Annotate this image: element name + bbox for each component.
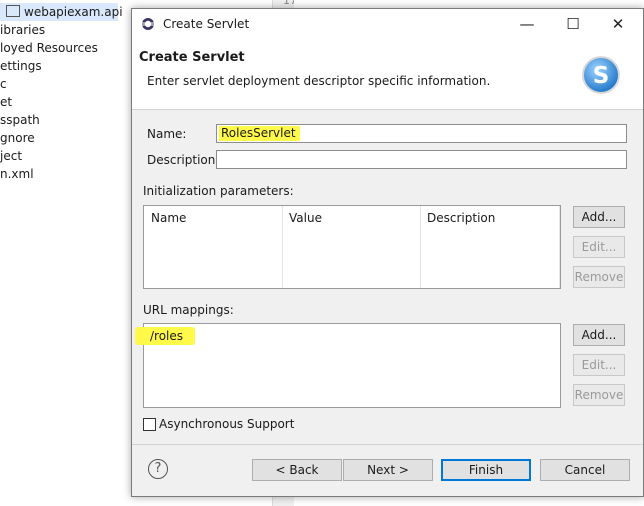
- column-header-description[interactable]: Description: [427, 211, 495, 225]
- column-header-name[interactable]: Name: [151, 211, 186, 225]
- servlet-wizard-logo-icon: S: [582, 56, 620, 94]
- init-remove-button[interactable]: Remove: [573, 266, 625, 288]
- back-button[interactable]: < Back: [252, 459, 342, 481]
- init-params-table[interactable]: Name Value Description: [143, 205, 561, 289]
- url-add-button[interactable]: Add...: [573, 324, 625, 346]
- wizard-description: Enter servlet deployment descriptor spec…: [147, 74, 491, 88]
- help-icon[interactable]: ?: [148, 459, 168, 479]
- minimize-button[interactable]: —: [512, 13, 542, 35]
- init-params-label: Initialization parameters:: [143, 184, 294, 198]
- create-servlet-dialog: Create Servlet — ☐ ✕ Create Servlet Ente…: [131, 8, 644, 497]
- maximize-button[interactable]: ☐: [558, 13, 588, 35]
- tree-item-classpath[interactable]: sspath: [0, 111, 40, 129]
- name-input[interactable]: RolesServlet: [216, 124, 627, 143]
- description-label: Description:: [147, 153, 220, 167]
- footer-separator: [132, 444, 643, 445]
- async-support-checkbox[interactable]: [143, 418, 156, 431]
- url-mappings-label: URL mappings:: [143, 303, 234, 317]
- name-label: Name:: [147, 127, 187, 141]
- tree-item-src[interactable]: c: [0, 75, 7, 93]
- tree-item-pom[interactable]: n.xml: [0, 165, 34, 183]
- tree-item-project-file[interactable]: ject: [0, 147, 22, 165]
- project-explorer: webapiexam.api ibraries loyed Resources …: [0, 0, 140, 506]
- title-bar: Create Servlet — ☐ ✕: [132, 9, 643, 40]
- url-edit-button[interactable]: Edit...: [573, 354, 625, 376]
- project-icon: [6, 5, 20, 17]
- svg-text:S: S: [593, 63, 610, 89]
- finish-button[interactable]: Finish: [441, 459, 531, 481]
- tree-item-libraries[interactable]: ibraries: [0, 21, 45, 39]
- tree-item-deployed-resources[interactable]: loyed Resources: [0, 39, 98, 57]
- async-support-label[interactable]: Asynchronous Support: [159, 417, 294, 431]
- next-button[interactable]: Next >: [343, 459, 433, 481]
- tree-item-settings[interactable]: ettings: [0, 57, 42, 75]
- url-remove-button[interactable]: Remove: [573, 384, 625, 406]
- column-header-value[interactable]: Value: [289, 211, 322, 225]
- description-input[interactable]: [216, 150, 627, 169]
- tree-item-project[interactable]: webapiexam.api: [0, 3, 123, 21]
- tree-item-target[interactable]: et: [0, 93, 12, 111]
- eclipse-icon: [142, 18, 154, 30]
- url-mappings-list[interactable]: /roles: [135, 323, 561, 408]
- init-edit-button[interactable]: Edit...: [573, 236, 625, 258]
- close-button[interactable]: ✕: [603, 13, 633, 35]
- name-input-value: RolesServlet: [219, 126, 300, 141]
- tree-item-gitignore[interactable]: gnore: [0, 129, 35, 147]
- window-title: Create Servlet: [163, 17, 250, 31]
- url-mapping-item[interactable]: /roles: [150, 329, 183, 343]
- cancel-button[interactable]: Cancel: [540, 459, 630, 481]
- init-add-button[interactable]: Add...: [573, 206, 625, 228]
- wizard-banner: Create Servlet Enter servlet deployment …: [132, 40, 643, 110]
- wizard-heading: Create Servlet: [139, 50, 245, 65]
